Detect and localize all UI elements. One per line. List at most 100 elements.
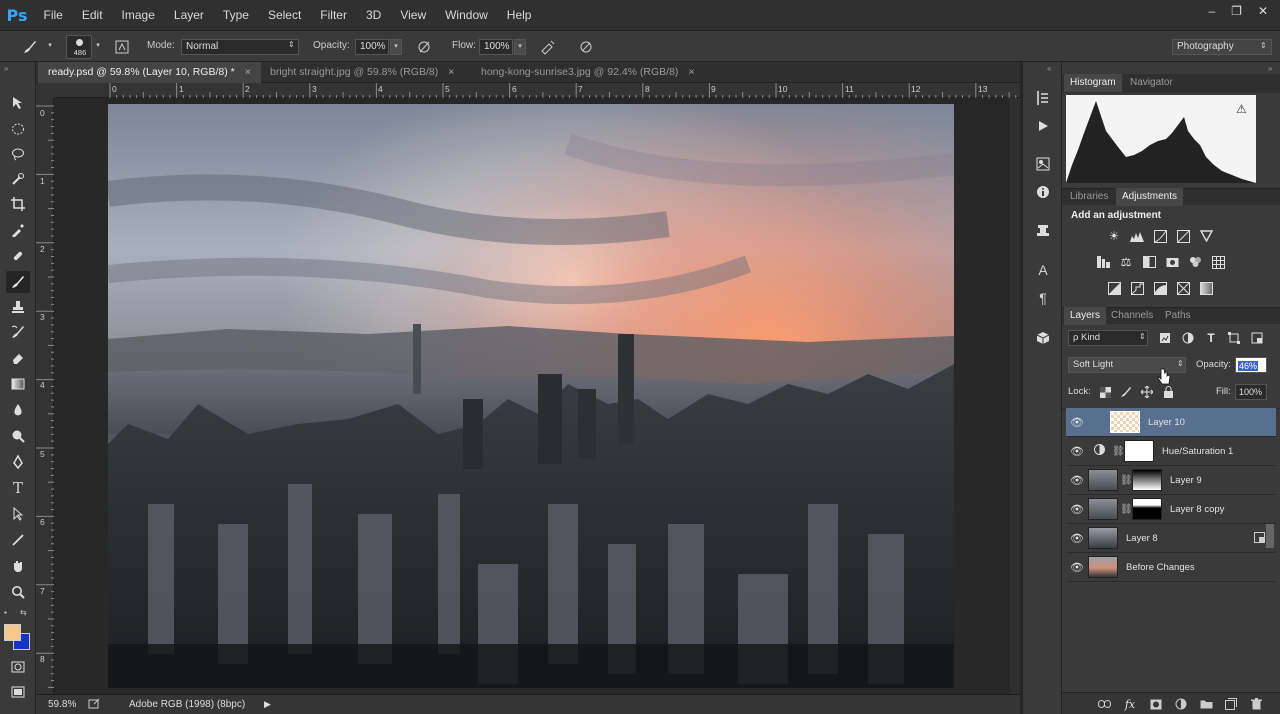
quick-mask-icon[interactable] <box>6 656 30 678</box>
layer-row[interactable]: 👁 Layer 8 <box>1066 524 1276 553</box>
preset-dropdown-arrow[interactable]: ▾ <box>44 39 56 55</box>
layer-name[interactable]: Hue/Saturation 1 <box>1162 446 1233 457</box>
filter-adjustment-icon[interactable] <box>1180 330 1196 346</box>
color-balance-icon[interactable]: ⚖ <box>1118 254 1134 270</box>
tab-close-icon[interactable]: × <box>688 66 694 78</box>
3d-panel-icon[interactable] <box>1033 328 1053 348</box>
dock-collapse-icon[interactable]: « <box>1047 64 1051 73</box>
close-button[interactable]: ✕ <box>1258 4 1268 18</box>
delete-layer-icon[interactable] <box>1248 696 1264 712</box>
default-colors-icon[interactable]: ▪ <box>4 608 7 617</box>
menu-window[interactable]: Window <box>436 0 498 30</box>
gradient-tool-icon[interactable] <box>6 373 30 395</box>
tab-close-icon[interactable]: × <box>245 66 251 78</box>
layer-filter-kind[interactable]: ρ Kind <box>1068 330 1148 346</box>
layer-name[interactable]: Layer 8 copy <box>1170 504 1224 515</box>
flow-dropdown-arrow[interactable]: ▾ <box>514 39 526 55</box>
export-icon[interactable] <box>88 698 100 709</box>
brush-panel-toggle-icon[interactable] <box>112 37 132 57</box>
mode-select[interactable]: Normal <box>181 39 299 55</box>
history-panel-icon[interactable] <box>1033 88 1053 108</box>
menu-type[interactable]: Type <box>213 0 258 30</box>
menu-3d[interactable]: 3D <box>356 0 390 30</box>
workspace-switcher[interactable]: Photography <box>1172 39 1272 55</box>
pressure-opacity-icon[interactable] <box>414 37 434 57</box>
opacity-input[interactable]: 100% <box>355 39 389 55</box>
filter-smart-object-icon[interactable] <box>1249 330 1265 346</box>
zoom-level[interactable]: 59.8% <box>48 699 76 710</box>
paragraph-panel-icon[interactable]: ¶ <box>1033 288 1053 308</box>
layer-row[interactable]: 👁 ⛓ Hue/Saturation 1 <box>1066 437 1276 466</box>
fill-input[interactable]: 100% <box>1235 384 1267 400</box>
curves-icon[interactable] <box>1152 228 1168 244</box>
eraser-tool-icon[interactable] <box>6 347 30 369</box>
layer-row[interactable]: 👁 Layer 10 <box>1066 408 1276 437</box>
tab-paths[interactable]: Paths <box>1159 307 1197 325</box>
flow-input[interactable]: 100% <box>479 39 513 55</box>
line-tool-icon[interactable] <box>6 529 30 551</box>
visibility-eye-icon[interactable]: 👁 <box>1066 474 1088 487</box>
chain-link-icon[interactable]: ⛓ <box>1112 446 1125 457</box>
new-group-icon[interactable] <box>1198 696 1214 712</box>
channel-mixer-icon[interactable] <box>1187 254 1203 270</box>
screen-mode-icon[interactable] <box>6 681 30 703</box>
visibility-eye-icon[interactable]: 👁 <box>1066 445 1088 458</box>
menu-layer[interactable]: Layer <box>164 0 213 30</box>
hand-tool-icon[interactable] <box>6 555 30 577</box>
visibility-eye-icon[interactable]: 👁 <box>1066 503 1088 516</box>
panel-collapse-icon[interactable]: » <box>1268 64 1272 73</box>
new-adjustment-layer-icon[interactable] <box>1173 696 1189 712</box>
black-white-icon[interactable] <box>1141 254 1157 270</box>
swap-colors-icon[interactable]: ⇆ <box>20 608 27 617</box>
filter-pixel-icon[interactable] <box>1157 330 1173 346</box>
layer-opacity-input[interactable]: 46% <box>1235 357 1267 373</box>
photo-filter-icon[interactable] <box>1164 254 1180 270</box>
tab-navigator[interactable]: Navigator <box>1124 74 1179 92</box>
histogram-warning-icon[interactable]: ⚠ <box>1236 102 1247 116</box>
pen-tool-icon[interactable] <box>6 451 30 473</box>
vertical-scrollbar[interactable] <box>1010 98 1020 694</box>
character-panel-icon[interactable]: A <box>1033 260 1053 280</box>
add-mask-icon[interactable] <box>1148 696 1164 712</box>
actions-play-icon[interactable] <box>1033 116 1053 136</box>
tab-adjustments[interactable]: Adjustments <box>1116 188 1184 206</box>
chain-link-icon[interactable]: ⛓ <box>1120 475 1133 486</box>
tab-layers[interactable]: Layers <box>1064 307 1107 325</box>
invert-icon[interactable] <box>1106 280 1122 296</box>
lock-pixels-icon[interactable] <box>1118 384 1134 400</box>
lasso-tool-icon[interactable] <box>6 143 30 165</box>
tab-channels[interactable]: Channels <box>1105 307 1159 325</box>
quick-selection-tool-icon[interactable] <box>6 168 30 190</box>
opacity-dropdown-arrow[interactable]: ▾ <box>390 39 402 55</box>
toolbox-collapse-icon[interactable]: » <box>4 64 8 73</box>
tab-libraries[interactable]: Libraries <box>1064 188 1114 206</box>
type-tool-icon[interactable]: T <box>6 477 30 499</box>
marquee-tool-icon[interactable] <box>6 118 30 140</box>
link-layers-icon[interactable] <box>1096 696 1112 712</box>
menu-file[interactable]: File <box>34 0 72 30</box>
blur-tool-icon[interactable] <box>6 399 30 421</box>
tool-presets-icon[interactable] <box>1033 220 1053 240</box>
layer-name[interactable]: Layer 8 <box>1126 533 1158 544</box>
crop-tool-icon[interactable] <box>6 193 30 215</box>
dodge-tool-icon[interactable] <box>6 425 30 447</box>
healing-brush-tool-icon[interactable] <box>6 245 30 267</box>
pressure-size-icon[interactable] <box>576 37 596 57</box>
lock-transparency-icon[interactable] <box>1097 384 1113 400</box>
foreground-color-swatch[interactable] <box>4 624 21 641</box>
tab-close-icon[interactable]: × <box>448 66 454 78</box>
clone-stamp-tool-icon[interactable] <box>6 296 30 318</box>
layer-style-fx-icon[interactable]: fx <box>1122 696 1138 712</box>
visibility-eye-icon[interactable]: 👁 <box>1066 561 1088 574</box>
exposure-icon[interactable] <box>1175 228 1191 244</box>
zoom-tool-icon[interactable] <box>6 581 30 603</box>
menu-select[interactable]: Select <box>258 0 310 30</box>
tab-hong-kong-sunrise[interactable]: hong-kong-sunrise3.jpg @ 92.4% (RGB/8) × <box>471 62 705 83</box>
layer-row[interactable]: 👁 ⛓ Layer 9 <box>1066 466 1276 495</box>
tab-bright-straight[interactable]: bright straight.jpg @ 59.8% (RGB/8) × <box>260 62 464 83</box>
menu-view[interactable]: View <box>391 0 436 30</box>
lock-position-icon[interactable] <box>1139 384 1155 400</box>
document-canvas[interactable] <box>108 104 954 688</box>
menu-help[interactable]: Help <box>497 0 541 30</box>
status-menu-arrow[interactable]: ▶ <box>264 699 271 710</box>
